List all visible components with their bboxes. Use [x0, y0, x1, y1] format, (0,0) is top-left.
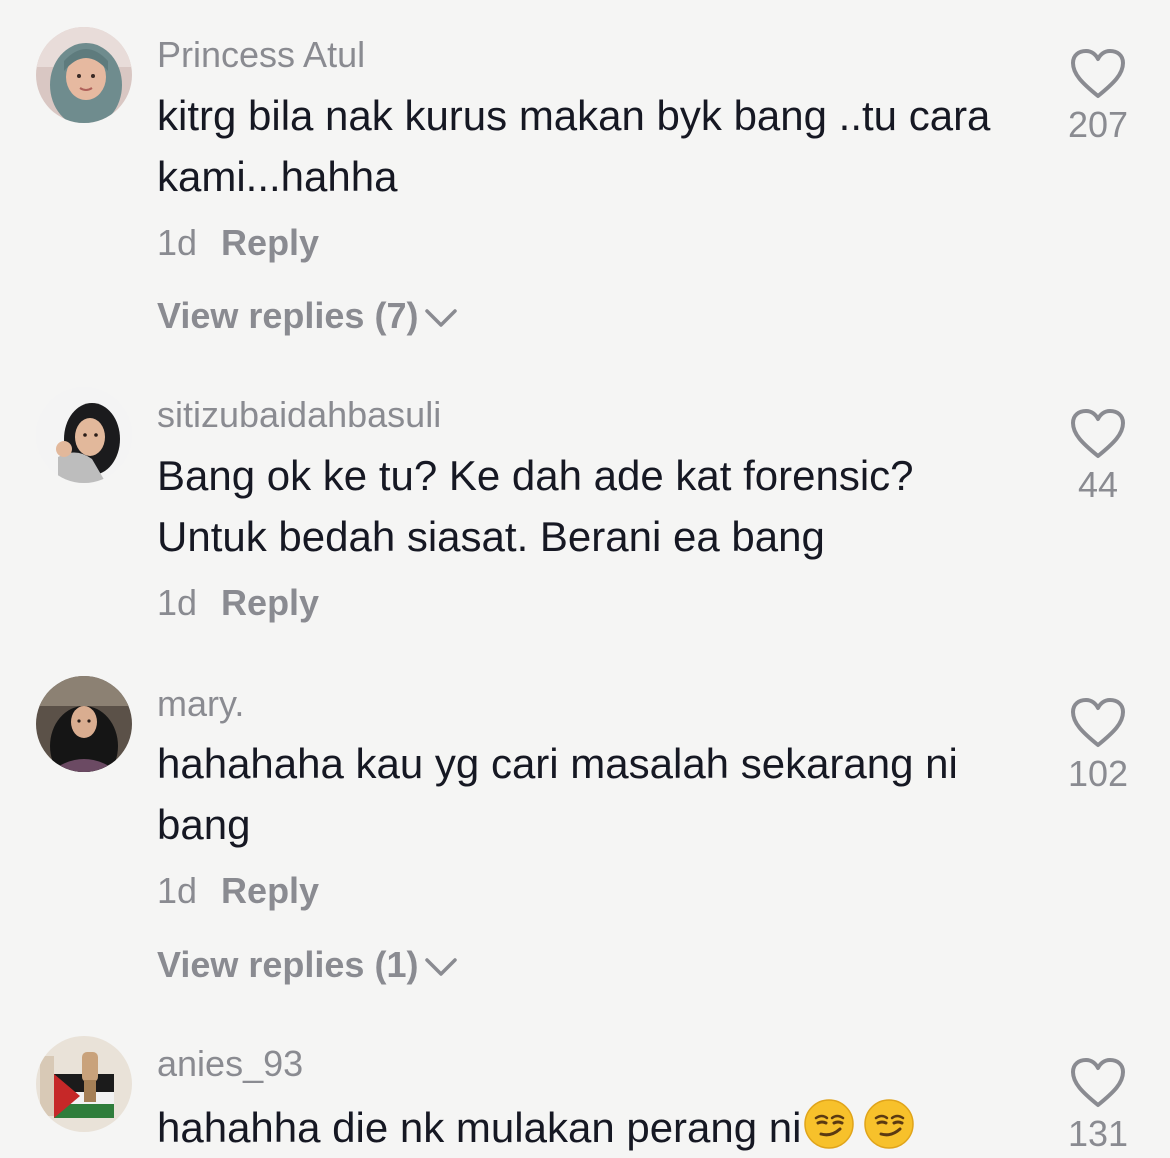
comment-time: 1d	[157, 870, 198, 911]
reply-button[interactable]: Reply	[221, 870, 319, 911]
view-replies-label: View replies (7)	[157, 295, 419, 336]
avatar[interactable]	[36, 676, 132, 772]
comment-text: kitrg bila nak kurus makan byk bang ..tu…	[157, 92, 991, 200]
heart-outline-icon	[1071, 49, 1125, 98]
comment-text-content: hahahha die nk mulakan perang ni	[157, 1104, 802, 1151]
heart-outline-icon	[1071, 698, 1125, 747]
like-button[interactable]: 44	[1052, 408, 1144, 506]
chevron-down-icon	[425, 958, 458, 977]
comment-time: 1d	[157, 582, 198, 623]
view-replies-label: View replies (1)	[157, 944, 419, 985]
comment-text: hahahaha kau yg cari masalah sekarang ni…	[157, 740, 958, 848]
comment-time: 1d	[157, 222, 198, 263]
avatar[interactable]	[36, 27, 132, 123]
comment-username[interactable]: anies_93	[157, 1043, 303, 1085]
avatar-image	[36, 27, 132, 123]
avatar-image	[36, 676, 132, 772]
avatar-image	[36, 1036, 132, 1132]
reply-button[interactable]: Reply	[221, 582, 319, 623]
comment-username[interactable]: Princess Atul	[157, 34, 365, 76]
comment-meta: 1d Reply	[157, 870, 319, 912]
comment-username[interactable]: mary.	[157, 683, 244, 725]
heart-outline-icon	[1071, 409, 1125, 458]
comment-username[interactable]: sitizubaidahbasuli	[157, 394, 441, 436]
comment-meta: 1d Reply	[157, 582, 319, 624]
comment-text: hahahha die nk mulakan perang ni	[157, 1097, 1017, 1158]
like-button[interactable]: 207	[1052, 48, 1144, 146]
like-count: 44	[1077, 464, 1119, 505]
like-count: 102	[1067, 753, 1129, 794]
like-count: 207	[1067, 104, 1129, 145]
like-button[interactable]: 102	[1052, 697, 1144, 795]
like-button[interactable]: 131	[1052, 1057, 1144, 1155]
like-count: 131	[1067, 1113, 1129, 1154]
comment-meta: 1d Reply	[157, 222, 319, 264]
reply-button[interactable]: Reply	[221, 222, 319, 263]
avatar[interactable]	[36, 387, 132, 483]
heart-outline-icon	[1071, 1058, 1125, 1107]
view-replies-button[interactable]: View replies (1)	[157, 944, 458, 986]
smirking-face-emoji-icon	[864, 1099, 915, 1149]
avatar-image	[36, 387, 132, 483]
comment-text: Bang ok ke tu? Ke dah ade kat forensic? …	[157, 452, 914, 560]
avatar[interactable]	[36, 1036, 132, 1132]
view-replies-button[interactable]: View replies (7)	[157, 295, 458, 337]
smirking-face-emoji-icon	[804, 1099, 855, 1149]
chevron-down-icon	[425, 309, 458, 328]
